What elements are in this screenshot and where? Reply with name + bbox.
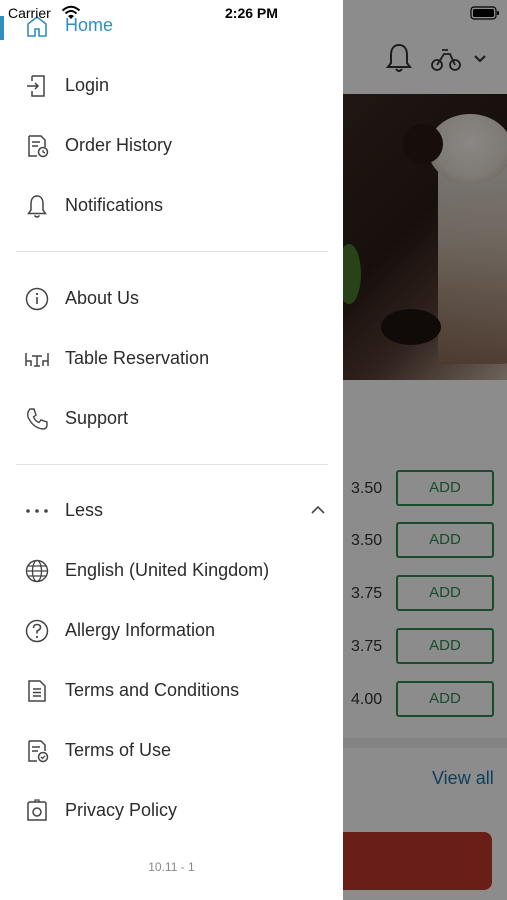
battery-icon: [470, 6, 500, 20]
drawer-item-label: Table Reservation: [65, 348, 210, 368]
drawer-item-notifications[interactable]: Notifications: [0, 176, 343, 236]
drawer-item-label: Notifications: [65, 195, 164, 215]
phone-icon: [24, 406, 50, 432]
drawer-item-label: Login: [65, 75, 110, 95]
wifi-icon: [61, 5, 81, 21]
table-icon: [24, 346, 50, 372]
drawer-item-privacy-policy[interactable]: Privacy Policy: [0, 781, 343, 841]
clock: 2:26 PM: [225, 5, 278, 21]
drawer-item-label: Order History: [65, 135, 173, 155]
document-check-icon: [24, 738, 50, 764]
app-version: 10.11 - 1: [148, 860, 195, 874]
drawer-item-terms-and-conditions[interactable]: Terms and Conditions: [0, 661, 343, 721]
privacy-icon: [24, 798, 50, 824]
drawer-divider: [16, 251, 328, 252]
question-icon: [24, 618, 50, 644]
more-dots-icon: [24, 498, 50, 524]
drawer-item-label: Terms of Use: [65, 740, 172, 760]
info-icon: [24, 286, 50, 312]
order-history-icon: [24, 133, 50, 159]
drawer-item-label: Allergy Information: [65, 620, 216, 640]
chevron-up-icon: [308, 503, 328, 517]
drawer-item-terms-of-use[interactable]: Terms of Use: [0, 721, 343, 781]
document-icon: [24, 678, 50, 704]
bell-icon: [24, 193, 50, 219]
drawer-item-label: Support: [65, 408, 129, 428]
drawer-item-allergy-information[interactable]: Allergy Information: [0, 601, 343, 661]
drawer-item-label: Privacy Policy: [65, 800, 178, 820]
drawer-item-label: Less: [65, 500, 104, 520]
drawer-item-label: Terms and Conditions: [65, 680, 240, 700]
drawer-item-login[interactable]: Login: [0, 56, 343, 116]
navigation-drawer: Home Login Order History Notifications A…: [0, 0, 343, 900]
drawer-item-less[interactable]: Less: [0, 481, 343, 541]
drawer-item-label: English (United Kingdom): [65, 560, 270, 580]
login-icon: [24, 73, 50, 99]
drawer-item-table-reservation[interactable]: Table Reservation: [0, 329, 343, 389]
drawer-item-order-history[interactable]: Order History: [0, 116, 343, 176]
status-bar: Carrier 2:26 PM: [0, 0, 507, 28]
globe-icon: [24, 558, 50, 584]
drawer-divider: [16, 464, 328, 465]
drawer-item-about-us[interactable]: About Us: [0, 269, 343, 329]
drawer-item-support[interactable]: Support: [0, 389, 343, 449]
drawer-item-label: About Us: [65, 288, 140, 308]
drawer-item-language[interactable]: English (United Kingdom): [0, 541, 343, 601]
carrier-label: Carrier: [8, 5, 51, 21]
dim-overlay[interactable]: [343, 0, 507, 900]
